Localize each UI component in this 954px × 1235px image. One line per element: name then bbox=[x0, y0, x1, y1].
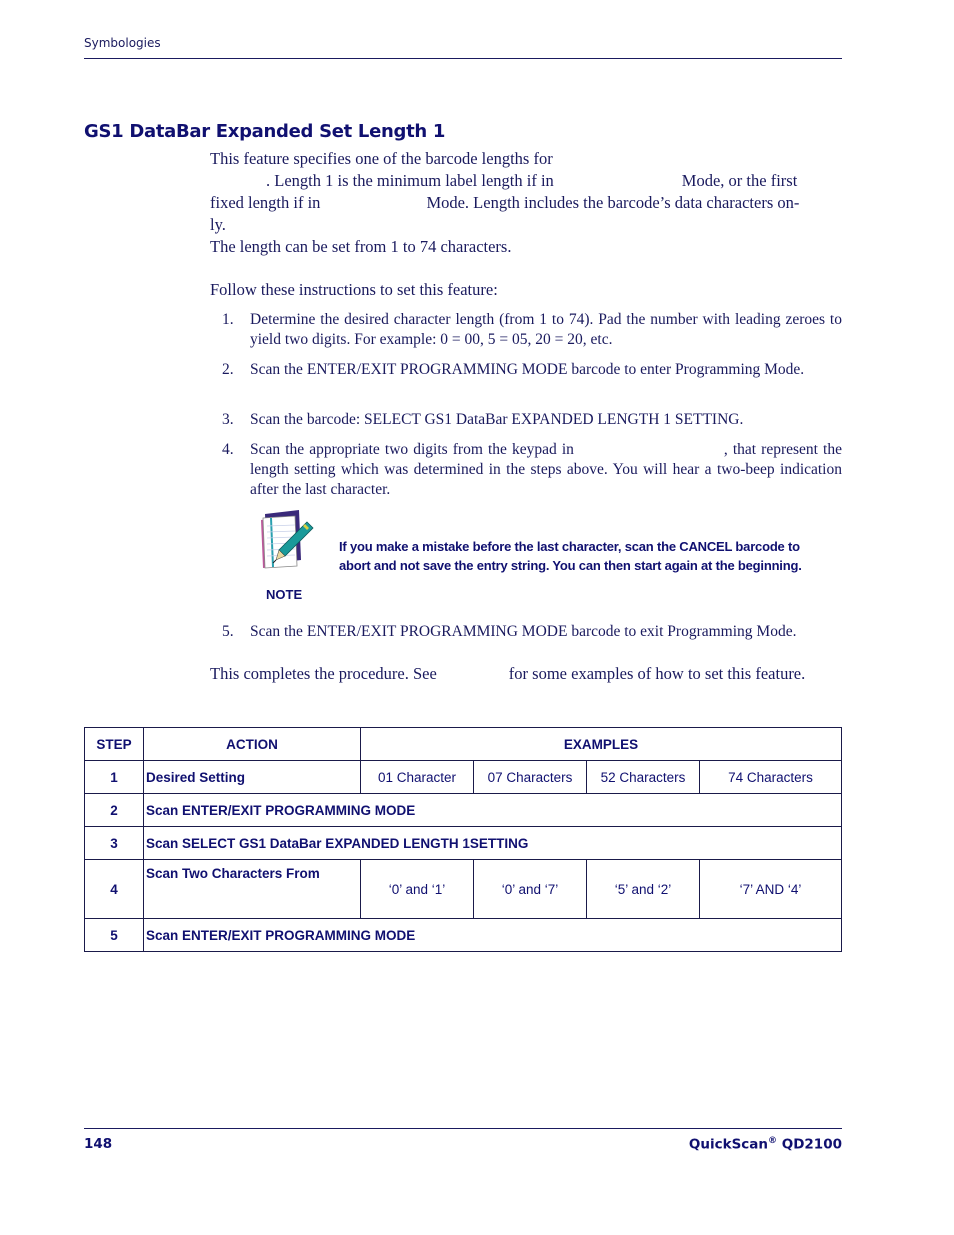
intro-line-4: ly. bbox=[210, 215, 226, 234]
header-action: ACTION bbox=[143, 727, 361, 761]
table-row: 3 Scan SELECT GS1 DataBar EXPANDED LENGT… bbox=[84, 826, 842, 860]
running-header: Symbologies bbox=[84, 36, 161, 50]
follow-instructions: Follow these instructions to set this fe… bbox=[210, 280, 498, 299]
completes-before: This completes the procedure. See bbox=[210, 664, 437, 683]
product-model: QD2100 bbox=[777, 1136, 842, 1153]
step-cell: 1 bbox=[84, 760, 144, 794]
note-text: If you make a mistake before the last ch… bbox=[339, 539, 802, 573]
step-text: Scan the barcode: SELECT GS1 DataBar EXP… bbox=[250, 411, 744, 428]
action-cell: Scan ENTER/EXIT PROGRAMMING MODE bbox=[143, 918, 842, 952]
footer-rule bbox=[84, 1128, 842, 1129]
example-cell: 74 Characters bbox=[699, 760, 842, 794]
example-cell: 07 Characters bbox=[473, 760, 587, 794]
example-cell: ‘0’ and ‘7’ bbox=[473, 859, 587, 919]
range-text: The length can be set from 1 to 74 chara… bbox=[210, 237, 512, 256]
note-callout: If you make a mistake before the last ch… bbox=[255, 508, 855, 608]
example-cell: ‘7’ AND ‘4’ bbox=[699, 859, 842, 919]
step-cell: 5 bbox=[84, 918, 144, 952]
table-row: 4 Scan Two Characters From ‘0’ and ‘1’ ‘… bbox=[84, 859, 842, 919]
registered-mark: ® bbox=[768, 1136, 778, 1146]
table-row: 5 Scan ENTER/EXIT PROGRAMMING MODE bbox=[84, 918, 842, 952]
step-number: 1. bbox=[222, 311, 234, 328]
examples-table: STEP ACTION EXAMPLES 1 Desired Setting 0… bbox=[84, 727, 842, 952]
table-header-row: STEP ACTION EXAMPLES bbox=[84, 727, 842, 761]
step-text-a: Scan the appropriate two digits from the… bbox=[250, 441, 574, 458]
header-examples: EXAMPLES bbox=[360, 727, 842, 761]
example-cell: 01 Character bbox=[360, 760, 474, 794]
step-cell: 3 bbox=[84, 826, 144, 860]
note-pad-pen-icon bbox=[255, 508, 317, 570]
step-number: 4. bbox=[222, 441, 234, 458]
product-brand: QuickScan bbox=[688, 1136, 769, 1153]
step-cell: 4 bbox=[84, 859, 144, 919]
table-row: 1 Desired Setting 01 Character 07 Charac… bbox=[84, 760, 842, 794]
step-text: Scan the ENTER/EXIT PROGRAMMING MODE bar… bbox=[250, 623, 797, 640]
action-cell: Desired Setting bbox=[143, 760, 361, 794]
header-step: STEP bbox=[84, 727, 144, 761]
product-name: QuickScan® QD2100 bbox=[689, 1136, 842, 1153]
section-title: GS1 DataBar Expanded Set Length 1 bbox=[84, 121, 446, 142]
table-row: 2 Scan ENTER/EXIT PROGRAMMING MODE bbox=[84, 793, 842, 827]
completes-after: for some examples of how to set this fea… bbox=[508, 664, 806, 683]
step-number: 5. bbox=[222, 623, 234, 640]
example-cell: ‘0’ and ‘1’ bbox=[360, 859, 474, 919]
step-text: Scan the ENTER/EXIT PROGRAMMING MODE bar… bbox=[250, 361, 805, 378]
note-label: NOTE bbox=[266, 587, 303, 602]
step-text: Determine the desired character length (… bbox=[250, 311, 842, 348]
action-cell: Scan Two Characters From bbox=[143, 859, 361, 919]
action-cell: Scan ENTER/EXIT PROGRAMMING MODE bbox=[143, 793, 842, 827]
step-cell: 2 bbox=[84, 793, 144, 827]
example-cell: ‘5’ and ‘2’ bbox=[586, 859, 700, 919]
intro-paragraph: This feature specifies one of the barcod… bbox=[210, 148, 842, 236]
page-number: 148 bbox=[84, 1136, 113, 1152]
intro-line-3b: Mode. Length includes the barcode’s data… bbox=[426, 193, 800, 212]
intro-line-2b: Mode, or the first bbox=[681, 171, 798, 190]
intro-line-1: This feature specifies one of the barcod… bbox=[210, 149, 553, 168]
header-rule bbox=[84, 58, 842, 59]
intro-line-2a: . Length 1 is the minimum label length i… bbox=[266, 171, 554, 190]
action-cell: Scan SELECT GS1 DataBar EXPANDED LENGTH … bbox=[143, 826, 842, 860]
completes-paragraph: This completes the procedure. See for som… bbox=[210, 663, 842, 685]
example-cell: 52 Characters bbox=[586, 760, 700, 794]
step-text: Scan the appropriate two digits from the… bbox=[250, 440, 842, 500]
intro-line-3a: fixed length if in bbox=[210, 193, 321, 212]
step-number: 3. bbox=[222, 411, 234, 428]
step-number: 2. bbox=[222, 361, 234, 378]
